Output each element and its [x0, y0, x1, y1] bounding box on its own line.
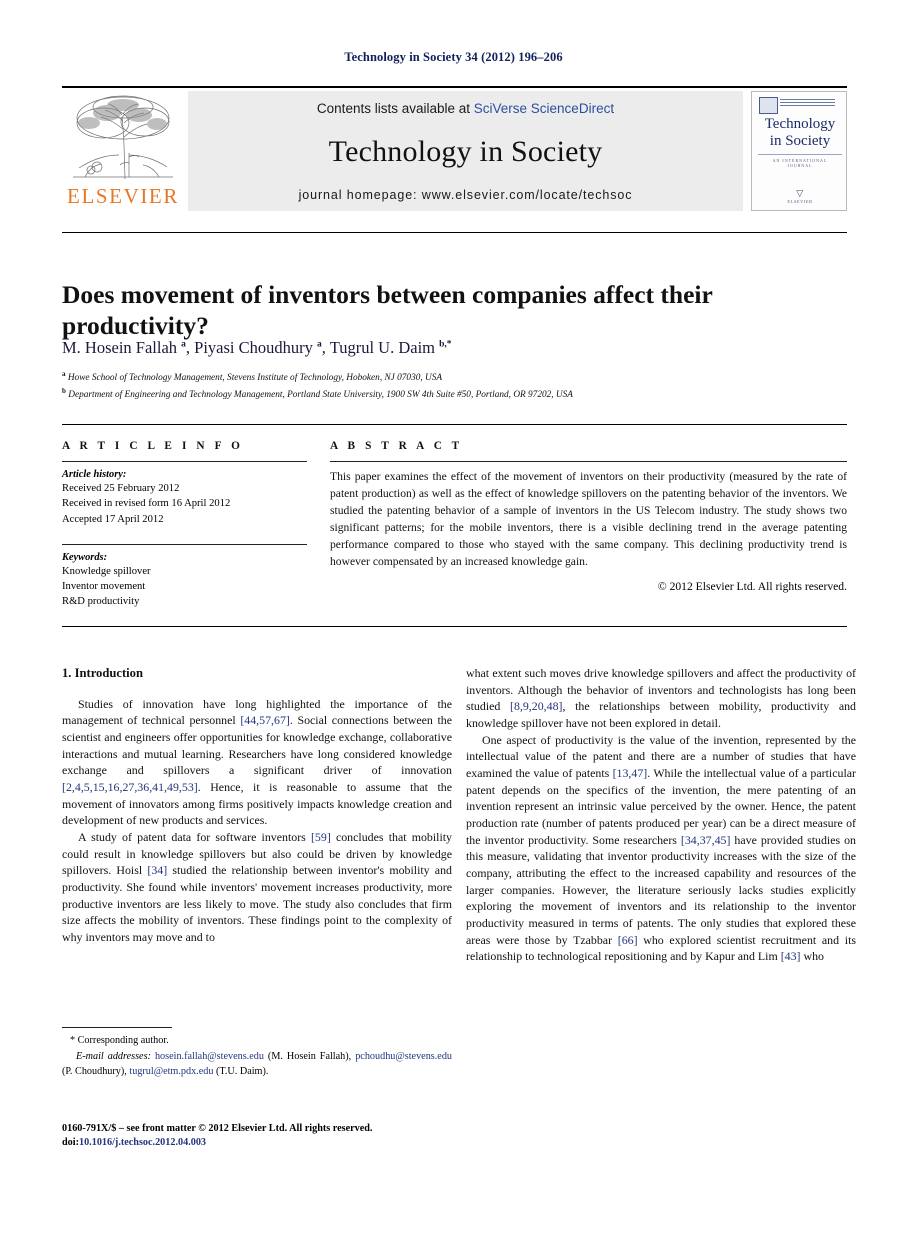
article-history-label: Article history:	[62, 469, 127, 480]
sciencedirect-link[interactable]: SciVerse ScienceDirect	[474, 101, 614, 116]
abstract-divider	[330, 461, 847, 462]
article-info-divider	[62, 461, 307, 462]
doi-line: doi:10.1016/j.techsoc.2012.04.003	[62, 1136, 462, 1150]
keyword-item: Inventor movement	[62, 581, 146, 592]
keyword-item: R&D productivity	[62, 596, 140, 608]
journal-homepage-link[interactable]: journal homepage: www.elsevier.com/locat…	[299, 188, 633, 202]
author-1: M. Hosein Fallah a	[62, 338, 186, 357]
elsevier-wordmark: ELSEVIER	[67, 184, 179, 208]
author-list: M. Hosein Fallah a, Piyasi Choudhury a, …	[62, 338, 452, 357]
contents-prefix: Contents lists available at	[316, 101, 474, 116]
affiliations: a Howe School of Technology Management, …	[62, 369, 852, 403]
section-heading-introduction: 1. Introduction	[62, 666, 143, 680]
paragraph: A study of patent data for software inve…	[62, 829, 452, 946]
paragraph: what extent such moves drive knowledge s…	[466, 665, 856, 732]
running-head: Technology in Society 34 (2012) 196–206	[344, 50, 563, 64]
abstract-heading: A B S T R A C T	[330, 440, 463, 452]
keywords-divider	[62, 543, 307, 545]
email-link[interactable]: hosein.fallah@stevens.edu	[155, 1051, 264, 1062]
citation-link[interactable]: [43]	[781, 949, 801, 963]
accepted-date: Accepted 17 April 2012	[62, 513, 164, 525]
cover-title-line1: Technology	[764, 116, 836, 132]
elsevier-tree-icon	[73, 95, 173, 180]
abstract-text: This paper examines the effect of the mo…	[330, 470, 847, 568]
author-2: Piyasi Choudhury a	[194, 338, 322, 357]
affiliation-a: a Howe School of Technology Management, …	[62, 370, 443, 384]
citation-link[interactable]: [34]	[147, 863, 167, 877]
abstract-band-bottom-divider	[62, 626, 847, 627]
citation-link[interactable]: [13,47]	[613, 766, 648, 780]
footnote-divider	[62, 1027, 172, 1028]
received-date: Received 25 February 2012	[62, 483, 180, 494]
email-link[interactable]: pchoudhu@stevens.edu	[355, 1051, 452, 1062]
affiliation-b: b Department of Engineering and Technolo…	[62, 387, 573, 401]
paragraph: One aspect of productivity is the value …	[466, 732, 856, 965]
keywords-block: Keywords: Knowledge spillover Inventor m…	[62, 543, 307, 610]
paper-page: Technology in Society 34 (2012) 196–206	[0, 0, 907, 1238]
cover-subtitle: AN INTERNATIONAL JOURNAL	[772, 158, 828, 168]
affiliation-a-text: Howe School of Technology Management, St…	[67, 373, 443, 384]
affiliation-b-text: Department of Engineering and Technology…	[68, 390, 573, 401]
journal-masthead: ELSEVIER Contents lists available at Sci…	[62, 86, 847, 211]
body-column-left: 1. Introduction Studies of innovation ha…	[62, 665, 452, 945]
email-link[interactable]: tugrul@etm.pdx.edu	[129, 1066, 213, 1077]
doi-label: doi:	[62, 1137, 79, 1149]
page-title: Does movement of inventors between compa…	[62, 280, 713, 341]
cover-header-lines	[780, 99, 835, 107]
front-matter-line: 0160-791X/$ – see front matter © 2012 El…	[62, 1123, 373, 1134]
email-owner: (T.U. Daim).	[213, 1065, 269, 1077]
elsevier-logo: ELSEVIER	[62, 91, 184, 211]
body-column-right: what extent such moves drive knowledge s…	[466, 665, 856, 965]
email-owner: (M. Hosein Fallah),	[263, 1050, 356, 1062]
title-divider	[62, 232, 847, 233]
citation-link[interactable]: [44,57,67]	[240, 713, 290, 727]
citation-link[interactable]: [59]	[311, 830, 331, 844]
revised-date: Received in revised form 16 April 2012	[62, 498, 231, 510]
cover-divider	[758, 154, 842, 155]
paragraph-text: who	[800, 949, 824, 964]
paragraph-text: A study of patent data for software inve…	[78, 829, 311, 844]
citation-link[interactable]: [8,9,20,48]	[510, 699, 563, 713]
citation-link[interactable]: [2,4,5,15,16,27,36,41,49,53]	[62, 780, 198, 794]
cover-footer: ▽ ELSEVIER	[752, 188, 846, 204]
paragraph: Studies of innovation have long highligh…	[62, 696, 452, 829]
footnote-block: * Corresponding author. E-mail addresses…	[62, 1034, 452, 1079]
cover-publisher-icon	[759, 97, 778, 114]
author-3: Tugrul U. Daim b,*	[329, 338, 452, 357]
citation-link[interactable]: [34,37,45]	[681, 833, 731, 847]
abstract-copyright: © 2012 Elsevier Ltd. All rights reserved…	[657, 579, 847, 593]
article-info-column: A R T I C L E I N F O Article history: R…	[62, 440, 307, 610]
masthead-center: Contents lists available at SciVerse Sci…	[188, 91, 743, 211]
cover-tree-mark: ▽	[796, 188, 804, 198]
abstract-column: A B S T R A C T This paper examines the …	[330, 440, 847, 593]
journal-cover-thumbnail: Technology in Society AN INTERNATIONAL J…	[751, 91, 847, 211]
cover-title-line2: in Society	[769, 132, 831, 149]
email-owner: (P. Choudhury),	[62, 1065, 130, 1077]
email-label: E-mail addresses:	[76, 1050, 151, 1062]
keyword-item: Knowledge spillover	[62, 565, 151, 577]
cover-footer-text: ELSEVIER	[787, 199, 813, 204]
paragraph-text: have provided studies on this measure, v…	[466, 832, 856, 947]
journal-title: Technology in Society	[328, 135, 603, 168]
cover-title: Technology in Society	[752, 116, 846, 150]
contents-available-line: Contents lists available at SciVerse Sci…	[317, 101, 614, 116]
keywords-label: Keywords:	[62, 551, 108, 563]
abstract-band-top-divider	[62, 424, 847, 425]
citation-link[interactable]: [66]	[618, 933, 638, 947]
corresponding-author-note: * Corresponding author.	[70, 1035, 169, 1046]
email-addresses-note: E-mail addresses: hosein.fallah@stevens.…	[62, 1050, 452, 1080]
imprint-block: 0160-791X/$ – see front matter © 2012 El…	[62, 1122, 462, 1151]
article-info-heading: A R T I C L E I N F O	[62, 440, 244, 452]
doi-link[interactable]: 10.1016/j.techsoc.2012.04.003	[79, 1137, 206, 1148]
